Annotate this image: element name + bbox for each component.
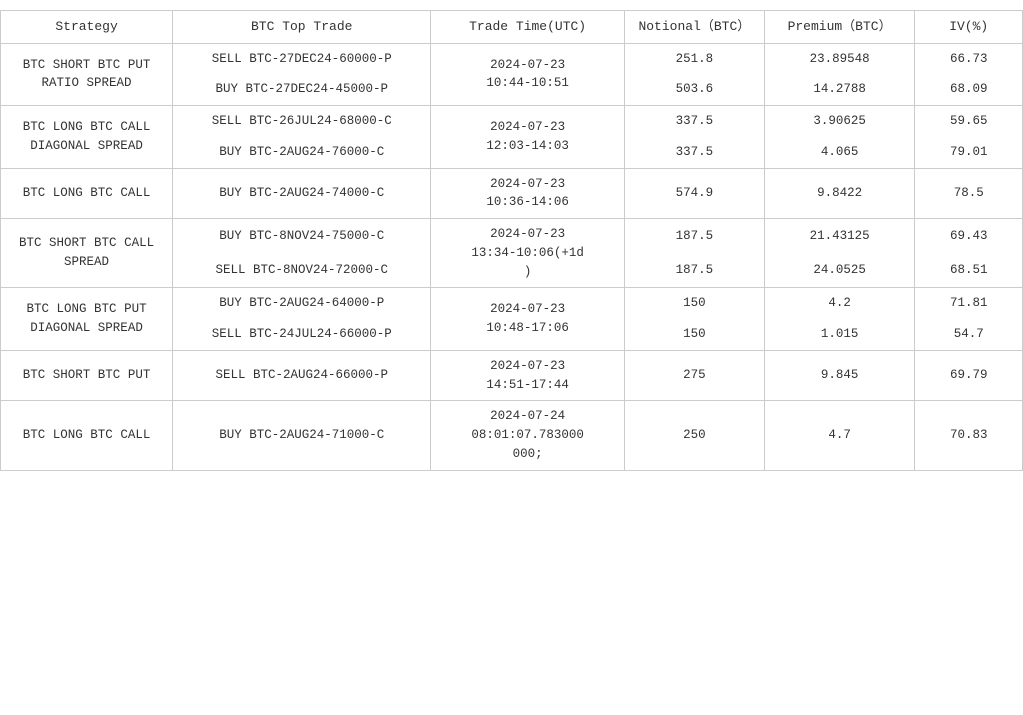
cell-time: 2024-07-2313:34-10:06(+1d) — [431, 219, 625, 288]
cell-strategy: BTC LONG BTC CALLDIAGONAL SPREAD — [1, 106, 173, 169]
main-table-container: Strategy BTC Top Trade Trade Time(UTC) N… — [0, 0, 1023, 481]
cell-iv: 54.7 — [915, 319, 1023, 350]
cell-premium: 3.90625 — [764, 106, 915, 137]
cell-time: 2024-07-2310:44-10:51 — [431, 43, 625, 106]
cell-strategy: BTC LONG BTC CALL — [1, 401, 173, 470]
header-iv: IV(%) — [915, 11, 1023, 44]
cell-notional: 503.6 — [624, 74, 764, 105]
cell-trade: SELL BTC-26JUL24-68000-C — [173, 106, 431, 137]
cell-iv: 68.09 — [915, 74, 1023, 105]
cell-premium: 4.2 — [764, 288, 915, 319]
cell-premium: 9.845 — [764, 350, 915, 401]
cell-strategy: BTC LONG BTC CALL — [1, 168, 173, 219]
cell-trade: SELL BTC-24JUL24-66000-P — [173, 319, 431, 350]
cell-time: 2024-07-2312:03-14:03 — [431, 106, 625, 169]
cell-notional: 337.5 — [624, 137, 764, 168]
cell-iv: 69.43 — [915, 219, 1023, 254]
cell-notional: 251.8 — [624, 43, 764, 74]
cell-iv: 78.5 — [915, 168, 1023, 219]
cell-premium: 21.43125 — [764, 219, 915, 254]
header-time: Trade Time(UTC) — [431, 11, 625, 44]
cell-trade: BUY BTC-2AUG24-74000-C — [173, 168, 431, 219]
table-row: BTC LONG BTC CALLDIAGONAL SPREADSELL BTC… — [1, 106, 1023, 137]
header-notional: Notional（BTC） — [624, 11, 764, 44]
table-row: BTC SHORT BTC CALLSPREADBUY BTC-8NOV24-7… — [1, 219, 1023, 254]
cell-iv: 59.65 — [915, 106, 1023, 137]
cell-premium: 1.015 — [764, 319, 915, 350]
cell-notional: 150 — [624, 319, 764, 350]
cell-notional: 275 — [624, 350, 764, 401]
cell-time: 2024-07-2408:01:07.783000000; — [431, 401, 625, 470]
cell-iv: 68.51 — [915, 253, 1023, 288]
cell-time: 2024-07-2310:48-17:06 — [431, 288, 625, 351]
cell-premium: 4.7 — [764, 401, 915, 470]
cell-notional: 187.5 — [624, 219, 764, 254]
cell-notional: 187.5 — [624, 253, 764, 288]
cell-premium: 23.89548 — [764, 43, 915, 74]
header-trade: BTC Top Trade — [173, 11, 431, 44]
cell-iv: 69.79 — [915, 350, 1023, 401]
header-strategy: Strategy — [1, 11, 173, 44]
cell-trade: BUY BTC-27DEC24-45000-P — [173, 74, 431, 105]
cell-iv: 79.01 — [915, 137, 1023, 168]
cell-trade: SELL BTC-2AUG24-66000-P — [173, 350, 431, 401]
cell-time: 2024-07-2310:36-14:06 — [431, 168, 625, 219]
cell-trade: BUY BTC-2AUG24-64000-P — [173, 288, 431, 319]
table-row: BTC SHORT BTC PUTSELL BTC-2AUG24-66000-P… — [1, 350, 1023, 401]
table-row: BTC LONG BTC PUTDIAGONAL SPREADBUY BTC-2… — [1, 288, 1023, 319]
cell-strategy: BTC SHORT BTC PUTRATIO SPREAD — [1, 43, 173, 106]
cell-trade: BUY BTC-8NOV24-75000-C — [173, 219, 431, 254]
cell-trade: BUY BTC-2AUG24-76000-C — [173, 137, 431, 168]
table-row: BTC SHORT BTC PUTRATIO SPREADSELL BTC-27… — [1, 43, 1023, 74]
table-header-row: Strategy BTC Top Trade Trade Time(UTC) N… — [1, 11, 1023, 44]
table-row: BTC LONG BTC CALLBUY BTC-2AUG24-71000-C2… — [1, 401, 1023, 470]
cell-notional: 250 — [624, 401, 764, 470]
cell-iv: 66.73 — [915, 43, 1023, 74]
cell-premium: 4.065 — [764, 137, 915, 168]
cell-trade: BUY BTC-2AUG24-71000-C — [173, 401, 431, 470]
table-row: BTC LONG BTC CALLBUY BTC-2AUG24-74000-C2… — [1, 168, 1023, 219]
cell-trade: SELL BTC-8NOV24-72000-C — [173, 253, 431, 288]
cell-notional: 337.5 — [624, 106, 764, 137]
trades-table: Strategy BTC Top Trade Trade Time(UTC) N… — [0, 10, 1023, 471]
cell-trade: SELL BTC-27DEC24-60000-P — [173, 43, 431, 74]
cell-premium: 9.8422 — [764, 168, 915, 219]
cell-iv: 71.81 — [915, 288, 1023, 319]
cell-iv: 70.83 — [915, 401, 1023, 470]
cell-notional: 574.9 — [624, 168, 764, 219]
cell-strategy: BTC SHORT BTC PUT — [1, 350, 173, 401]
cell-strategy: BTC LONG BTC PUTDIAGONAL SPREAD — [1, 288, 173, 351]
cell-premium: 24.0525 — [764, 253, 915, 288]
cell-premium: 14.2788 — [764, 74, 915, 105]
cell-time: 2024-07-2314:51-17:44 — [431, 350, 625, 401]
header-premium: Premium（BTC） — [764, 11, 915, 44]
cell-notional: 150 — [624, 288, 764, 319]
cell-strategy: BTC SHORT BTC CALLSPREAD — [1, 219, 173, 288]
